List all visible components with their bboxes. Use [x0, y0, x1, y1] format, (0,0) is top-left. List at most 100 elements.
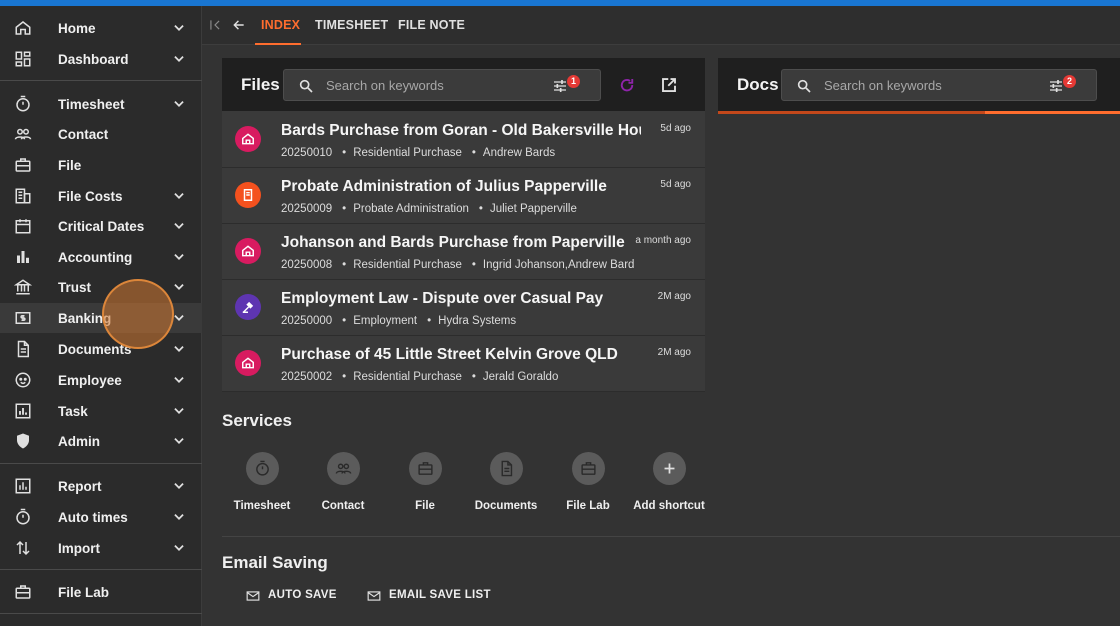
- import-icon: [14, 539, 32, 557]
- file-meta: 20250010 • Residential Purchase • Andrew Bar…: [281, 147, 556, 159]
- chevron-down-icon[interactable]: [172, 510, 186, 524]
- refresh-icon[interactable]: [618, 76, 636, 94]
- sidebar-item-documents[interactable]: Documents: [0, 334, 202, 364]
- tab-timesheet[interactable]: TIMESHEET: [315, 18, 388, 32]
- loading-bar-indicator: [985, 111, 1120, 114]
- chevron-down-icon[interactable]: [172, 250, 186, 264]
- chevron-down-icon[interactable]: [172, 280, 186, 294]
- filter-sliders-icon[interactable]: [1048, 78, 1064, 94]
- sidebar-item-task[interactable]: Task: [0, 396, 202, 426]
- sidebar-item-banking[interactable]: Banking: [0, 303, 202, 333]
- file-client: Hydra Systems: [438, 315, 517, 327]
- tab-file-note[interactable]: FILE NOTE: [398, 18, 465, 32]
- service-file-lab[interactable]: File Lab: [543, 452, 633, 516]
- sidebar-item-import[interactable]: Import: [0, 533, 202, 563]
- sidebar-item-label: Contact: [58, 126, 109, 142]
- sidebar-item-timesheet[interactable]: Timesheet: [0, 89, 202, 119]
- file-list-item[interactable]: Employment Law - Dispute over Casual Pay…: [222, 280, 705, 336]
- back-arrow-icon[interactable]: [232, 18, 246, 32]
- file-age: 2M ago: [657, 347, 691, 358]
- filter-sliders-icon[interactable]: [552, 78, 568, 94]
- chevron-down-icon[interactable]: [172, 434, 186, 448]
- file-list-item[interactable]: Probate Administration of Julius Papperv…: [222, 168, 705, 224]
- email-save-list-button[interactable]: EMAIL SAVE LIST: [367, 588, 492, 604]
- calendar-icon: [14, 217, 32, 235]
- sidebar-item-admin[interactable]: Admin: [0, 426, 202, 456]
- timer-icon: [246, 452, 279, 485]
- chevron-down-icon[interactable]: [172, 541, 186, 555]
- tab-bar: INDEX TIMESHEET FILE NOTE: [202, 6, 1120, 45]
- sidebar-item-report[interactable]: Report: [0, 471, 202, 501]
- sidebar-item-file-costs[interactable]: File Costs: [0, 181, 202, 211]
- file-age: 5d ago: [660, 179, 691, 190]
- timer-icon: [14, 508, 32, 526]
- service-file[interactable]: File: [380, 452, 470, 516]
- file-type: Residential Purchase: [353, 259, 462, 271]
- task-chart-icon: [14, 402, 32, 420]
- collapse-sidebar-icon[interactable]: [208, 18, 222, 32]
- chevron-down-icon[interactable]: [172, 404, 186, 418]
- sidebar-item-label: Task: [58, 403, 88, 419]
- docs-panel: Docs Search on keywords 2: [718, 58, 1120, 114]
- sidebar-divider: [0, 569, 202, 570]
- sidebar-item-label: Critical Dates: [58, 218, 145, 234]
- files-search-input[interactable]: Search on keywords 1: [283, 69, 601, 101]
- service-timesheet[interactable]: Timesheet: [217, 452, 307, 516]
- chevron-down-icon[interactable]: [172, 97, 186, 111]
- open-external-icon[interactable]: [660, 76, 678, 94]
- file-meta: 20250008 • Residential Purchase • Ingrid Joh…: [281, 259, 635, 271]
- sidebar-item-label: Report: [58, 478, 102, 494]
- sidebar-item-file-lab[interactable]: File Lab: [0, 577, 202, 607]
- sidebar-item-label: Auto times: [58, 509, 128, 525]
- files-title: Files: [241, 75, 280, 94]
- home-icon: [14, 19, 32, 37]
- service-label: File: [415, 500, 435, 512]
- plus-icon: [653, 452, 686, 485]
- briefcase-icon: [409, 452, 442, 485]
- sidebar-item-dashboard[interactable]: Dashboard: [0, 44, 202, 74]
- chevron-down-icon[interactable]: [172, 52, 186, 66]
- chevron-down-icon[interactable]: [172, 342, 186, 356]
- file-list-item[interactable]: Bards Purchase from Goran - Old Bakersvi…: [222, 112, 705, 168]
- file-number: 20250000: [281, 315, 333, 327]
- sidebar-item-label: Timesheet: [58, 96, 125, 112]
- gavel-icon: [235, 294, 261, 320]
- sidebar-item-contact[interactable]: Contact: [0, 119, 202, 149]
- sidebar-item-label: File Lab: [58, 584, 110, 600]
- sidebar-item-home[interactable]: Home: [0, 13, 202, 43]
- files-panel: Files Search on keywords 1 Bards Purchas…: [222, 58, 705, 392]
- chevron-down-icon[interactable]: [172, 21, 186, 35]
- sidebar-item-file[interactable]: File: [0, 150, 202, 180]
- service-contact[interactable]: Contact: [298, 452, 388, 516]
- file-list-item[interactable]: Purchase of 45 Little Street Kelvin Grov…: [222, 336, 705, 392]
- scroll-icon: [235, 182, 261, 208]
- chevron-down-icon[interactable]: [172, 189, 186, 203]
- sidebar-item-accounting[interactable]: Accounting: [0, 242, 202, 272]
- people-icon: [327, 452, 360, 485]
- chevron-down-icon[interactable]: [172, 479, 186, 493]
- service-label: Add shortcut: [633, 500, 705, 512]
- shield-icon: [14, 432, 32, 450]
- file-title: Employment Law - Dispute over Casual Pay: [281, 290, 604, 307]
- tab-index[interactable]: INDEX: [261, 18, 300, 32]
- service-label: Contact: [321, 500, 365, 512]
- sidebar-item-trust[interactable]: Trust: [0, 272, 202, 302]
- docs-search-input[interactable]: Search on keywords 2: [781, 69, 1097, 101]
- filter-count-badge: 1: [567, 75, 580, 88]
- file-number: 20250009: [281, 203, 333, 215]
- sidebar-item-label: Documents: [58, 341, 132, 357]
- file-list-item[interactable]: Johanson and Bards Purchase from Papervi…: [222, 224, 705, 280]
- chevron-down-icon[interactable]: [172, 373, 186, 387]
- file-type: Residential Purchase: [353, 371, 462, 383]
- add-shortcut-button[interactable]: Add shortcut: [624, 452, 714, 516]
- sidebar-item-critical-dates[interactable]: Critical Dates: [0, 211, 202, 241]
- sidebar-item-auto-times[interactable]: Auto times: [0, 502, 202, 532]
- house-icon: [235, 238, 261, 264]
- service-documents[interactable]: Documents: [461, 452, 551, 516]
- chevron-down-icon[interactable]: [172, 219, 186, 233]
- service-label: File Lab: [566, 500, 610, 512]
- chevron-down-icon[interactable]: [172, 311, 186, 325]
- auto-save-button[interactable]: AUTO SAVE: [246, 588, 341, 604]
- briefcase-icon: [572, 452, 605, 485]
- sidebar-item-employee[interactable]: Employee: [0, 365, 202, 395]
